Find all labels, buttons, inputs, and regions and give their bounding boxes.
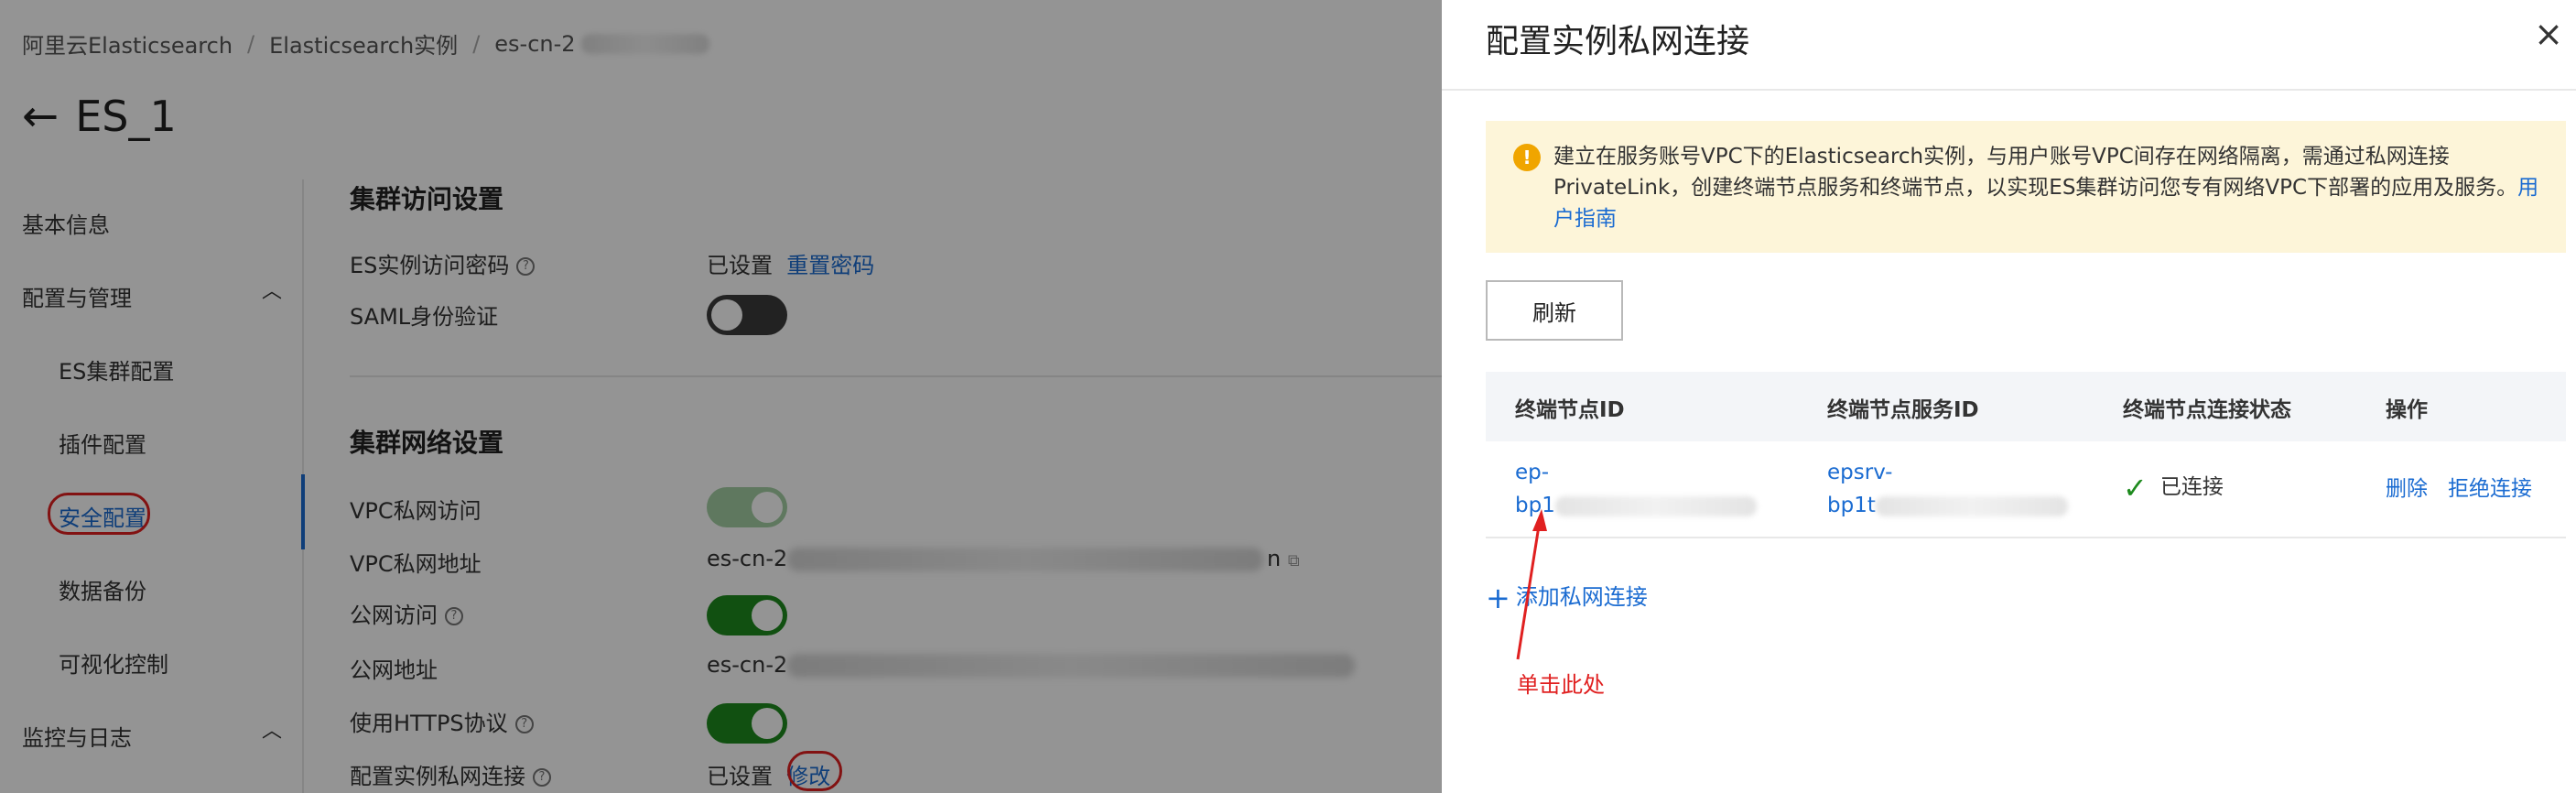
service-id-cell: epsrv- bp1t <box>1827 456 2068 522</box>
service-id-link[interactable]: bp1t <box>1827 494 1876 517</box>
column-header-endpoint-id: 终端节点ID <box>1515 398 1625 422</box>
drawer-title: 配置实例私网连接 <box>1486 23 1750 60</box>
column-header-status: 终端节点连接状态 <box>2123 398 2291 422</box>
annotation-text: 单击此处 <box>1517 672 1605 698</box>
column-header-service-id: 终端节点服务ID <box>1827 398 1979 422</box>
column-header-actions: 操作 <box>2386 398 2428 422</box>
actions-cell: 删除 拒绝连接 <box>2386 473 2532 505</box>
service-id-link[interactable]: epsrv- <box>1827 456 2068 489</box>
table-header: 终端节点ID 终端节点服务ID 终端节点连接状态 操作 <box>1486 372 2566 441</box>
annotation-arrow <box>1516 509 1547 660</box>
status-cell: ✓ 已连接 <box>2123 471 2224 505</box>
warning-icon: ! <box>1513 144 1541 171</box>
redacted-text <box>1554 495 1757 516</box>
private-connection-drawer: 配置实例私网连接 × ! 建立在服务账号VPC下的Elasticsearch实例… <box>1442 0 2576 793</box>
table-row: ep- bp1 epsrv- bp1t ✓ 已连接 删除 拒绝连接 <box>1486 441 2566 538</box>
drawer-divider <box>1442 89 2576 91</box>
redacted-text <box>1875 495 2068 516</box>
notice-banner: ! 建立在服务账号VPC下的Elasticsearch实例，与用户账号VPC间存… <box>1486 121 2566 253</box>
close-icon[interactable]: × <box>2534 16 2563 51</box>
modal-overlay[interactable] <box>0 0 1442 793</box>
status-text: 已连接 <box>2159 475 2224 499</box>
check-icon: ✓ <box>2123 470 2148 505</box>
endpoint-id-link[interactable]: ep- <box>1515 456 1757 489</box>
reject-connection-link[interactable]: 拒绝连接 <box>2448 477 2532 501</box>
notice-text: 建立在服务账号VPC下的Elasticsearch实例，与用户账号VPC间存在网… <box>1553 145 2539 231</box>
refresh-button[interactable]: 刷新 <box>1486 280 1623 341</box>
delete-link[interactable]: 删除 <box>2386 477 2428 501</box>
